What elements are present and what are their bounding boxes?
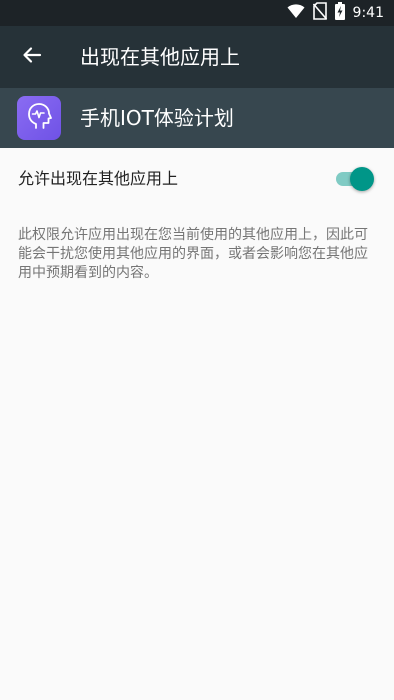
app-icon: [17, 96, 61, 140]
no-sim-icon: [312, 2, 327, 24]
app-name: 手机IOT体验计划: [80, 106, 234, 130]
app-header: 手机IOT体验计划: [0, 88, 394, 148]
permission-description: 此权限允许应用出现在您当前使用的其他应用上，因此可能会干扰您使用其他应用的界面，…: [18, 227, 368, 281]
arrow-back-icon: [22, 45, 42, 69]
toggle-thumb: [350, 167, 374, 191]
battery-charging-icon: [334, 2, 345, 24]
wifi-icon: [287, 3, 305, 23]
status-icons: 9:41: [287, 2, 384, 24]
setting-label: 允许出现在其他应用上: [18, 169, 179, 188]
head-pulse-icon: [24, 101, 54, 135]
overlay-permission-row[interactable]: 允许出现在其他应用上: [0, 148, 394, 210]
toolbar: 出现在其他应用上: [0, 26, 394, 88]
overlay-permission-toggle[interactable]: [336, 167, 374, 191]
back-button[interactable]: [8, 33, 56, 81]
page-title: 出现在其他应用上: [80, 45, 240, 69]
status-bar: 9:41: [0, 0, 394, 26]
status-time: 9:41: [352, 5, 384, 21]
